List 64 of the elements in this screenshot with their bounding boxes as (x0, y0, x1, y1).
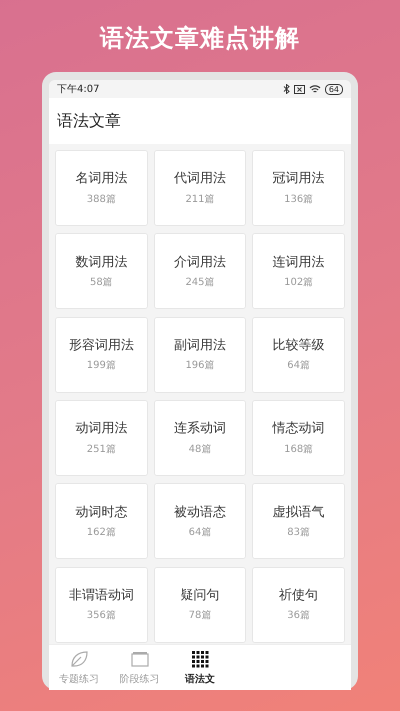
category-card[interactable]: 连词用法 102篇 (252, 233, 345, 310)
wifi-icon (308, 84, 321, 94)
article-count: 251篇 (86, 442, 116, 457)
article-count: 388篇 (86, 192, 116, 207)
article-count: 168篇 (284, 442, 314, 457)
article-count: 199篇 (86, 359, 116, 374)
grid-icon (190, 648, 210, 668)
category-card[interactable]: 形容词用法 199篇 (55, 316, 148, 393)
category-name: 连词用法 (272, 254, 325, 272)
article-count: 162篇 (86, 526, 116, 540)
category-card[interactable]: 连系动词 48篇 (154, 400, 246, 476)
category-card[interactable]: 数词用法 58篇 (55, 233, 148, 310)
category-name: 虚拟语气 (272, 504, 325, 522)
category-name: 代词用法 (174, 170, 226, 188)
category-card[interactable]: 代词用法 211篇 (154, 150, 246, 226)
leaf-icon (69, 648, 90, 668)
category-card[interactable]: 非谓语动词 356篇 (55, 566, 148, 643)
tab[interactable]: 语法文 (170, 645, 230, 690)
article-count: 211篇 (185, 192, 215, 207)
category-name: 祈使句 (279, 586, 318, 605)
status-time: 下午4:07 (57, 82, 100, 96)
banner-title: 语法文章难点讲解 (98, 23, 301, 54)
article-count: 196篇 (185, 359, 215, 374)
category-name: 形容词用法 (68, 336, 134, 355)
category-name: 介词用法 (174, 254, 226, 272)
article-count: 48篇 (188, 442, 212, 457)
article-count: 78篇 (188, 609, 212, 624)
article-count: 356篇 (86, 609, 116, 624)
category-name: 连系动词 (174, 420, 226, 438)
battery-indicator: 64 (324, 84, 343, 94)
category-card[interactable]: 情态动词 168篇 (252, 400, 345, 476)
sim-icon (294, 84, 305, 94)
category-card[interactable]: 比较等级 64篇 (252, 316, 345, 393)
category-name: 非谓语动词 (68, 586, 134, 605)
category-name: 动词时态 (75, 504, 128, 522)
article-count: 64篇 (188, 526, 212, 540)
article-count: 136篇 (284, 192, 314, 207)
category-name: 动词用法 (75, 420, 128, 438)
article-count: 83篇 (287, 526, 310, 540)
category-card[interactable]: 疑问句 78篇 (154, 566, 246, 643)
category-name: 情态动词 (272, 420, 325, 438)
category-card[interactable]: 副词用法 196篇 (154, 316, 246, 393)
article-count: 58篇 (90, 276, 113, 290)
article-count: 36篇 (287, 609, 310, 624)
article-count: 64篇 (287, 359, 310, 374)
category-name: 名词用法 (75, 170, 128, 188)
category-card[interactable]: 祈使句 36篇 (252, 566, 345, 643)
category-card[interactable]: 介词用法 245篇 (154, 233, 246, 310)
category-card[interactable]: 虚拟语气 83篇 (252, 483, 345, 560)
bluetooth-icon (282, 84, 290, 94)
page-title: 语法文章 (57, 110, 121, 132)
category-name: 副词用法 (174, 336, 226, 355)
category-name: 冠词用法 (272, 170, 325, 188)
article-count: 102篇 (284, 276, 314, 290)
category-name: 比较等级 (272, 336, 325, 355)
category-card[interactable]: 名词用法 388篇 (55, 150, 148, 226)
category-card[interactable]: 动词用法 251篇 (55, 400, 148, 476)
category-name: 疑问句 (180, 586, 220, 605)
article-count: 245篇 (185, 276, 215, 290)
category-card[interactable]: 被动语态 64篇 (154, 483, 246, 560)
category-name: 被动语态 (174, 504, 226, 522)
category-card[interactable]: 动词时态 162篇 (55, 483, 148, 560)
category-card[interactable]: 冠词用法 136篇 (252, 150, 345, 226)
category-name: 数词用法 (75, 254, 128, 272)
